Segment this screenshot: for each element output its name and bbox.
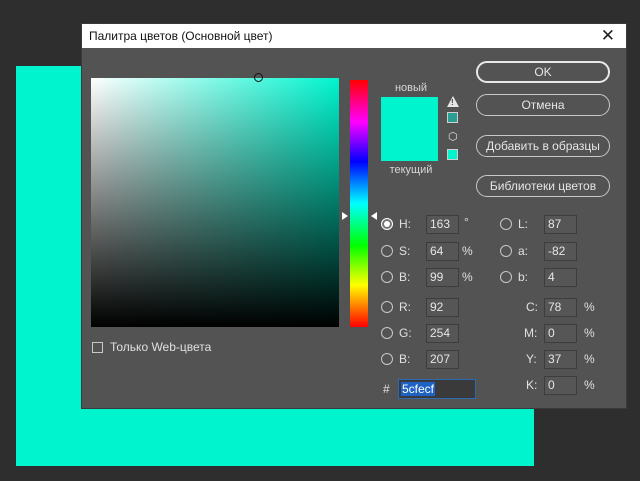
brightness-input[interactable]: 99 <box>426 268 459 287</box>
lab-a-label: a: <box>518 244 529 258</box>
new-color-label: новый <box>394 82 428 94</box>
out-of-gamut-warning-icon[interactable]: ! <box>447 96 459 107</box>
saturation-radio[interactable] <box>381 245 393 257</box>
lab-a-radio[interactable] <box>500 245 512 257</box>
yellow-input[interactable]: 37 <box>544 350 577 369</box>
new-color-swatch <box>381 97 438 131</box>
hex-label: # <box>383 382 390 396</box>
green-input[interactable]: 254 <box>426 324 459 343</box>
title-bar: Палитра цветов (Основной цвет) ✕ <box>82 24 626 48</box>
dialog-title: Палитра цветов (Основной цвет) <box>89 29 273 43</box>
current-color-swatch[interactable] <box>381 131 438 161</box>
blue-input[interactable]: 207 <box>426 350 459 369</box>
close-icon[interactable]: ✕ <box>601 26 615 46</box>
lab-b-label: b: <box>518 270 529 284</box>
color-picker-dialog: Палитра цветов (Основной цвет) ✕ новый т… <box>81 23 627 409</box>
lab-l-input[interactable]: 87 <box>544 215 577 234</box>
hex-value: 5cfecf <box>401 382 436 396</box>
saturation-unit: % <box>462 244 473 258</box>
saturation-input[interactable]: 64 <box>426 242 459 261</box>
web-safe-cube-icon[interactable]: ⬡ <box>448 132 458 143</box>
lab-b-input[interactable]: 4 <box>544 268 577 287</box>
blue-label: B: <box>399 352 411 366</box>
cancel-button[interactable]: Отмена <box>476 94 610 116</box>
saturation-label: S: <box>399 244 411 258</box>
hue-slider-right-arrow-icon[interactable] <box>371 212 377 220</box>
ok-button[interactable]: OK <box>476 61 610 83</box>
red-radio[interactable] <box>381 301 393 313</box>
cyan-unit: % <box>584 300 595 314</box>
lab-a-input[interactable]: -82 <box>544 242 577 261</box>
black-unit: % <box>584 378 595 392</box>
hue-input[interactable]: 163 <box>426 215 459 234</box>
hue-unit: ° <box>464 215 469 229</box>
color-field[interactable] <box>91 73 339 327</box>
green-radio[interactable] <box>381 327 393 339</box>
web-colors-only-label[interactable]: Только Web-цвета <box>110 340 211 354</box>
cyan-label: C: <box>526 300 538 314</box>
hue-radio[interactable] <box>381 218 393 230</box>
brightness-label: B: <box>399 270 411 284</box>
web-safe-correction-swatch[interactable] <box>447 149 458 160</box>
magenta-label: M: <box>524 326 538 340</box>
lab-l-radio[interactable] <box>500 218 512 230</box>
yellow-unit: % <box>584 352 595 366</box>
black-label: K: <box>526 378 538 392</box>
hue-label: H: <box>399 217 411 231</box>
magenta-input[interactable]: 0 <box>544 324 577 343</box>
web-colors-only-checkbox[interactable] <box>92 342 103 353</box>
red-label: R: <box>399 300 411 314</box>
color-libraries-button[interactable]: Библиотеки цветов <box>476 175 610 197</box>
brightness-unit: % <box>462 270 473 284</box>
red-input[interactable]: 92 <box>426 298 459 317</box>
lab-b-radio[interactable] <box>500 271 512 283</box>
add-to-swatches-button[interactable]: Добавить в образцы <box>476 135 610 157</box>
lab-l-label: L: <box>518 217 529 231</box>
green-label: G: <box>399 326 412 340</box>
yellow-label: Y: <box>526 352 537 366</box>
current-color-label: текущий <box>389 164 433 176</box>
gamut-correction-swatch[interactable] <box>447 112 458 123</box>
blue-radio[interactable] <box>381 353 393 365</box>
hue-slider-left-arrow-icon[interactable] <box>342 212 348 220</box>
color-field-cursor[interactable] <box>254 73 263 82</box>
cyan-input[interactable]: 78 <box>544 298 577 317</box>
hue-slider[interactable] <box>350 80 368 327</box>
magenta-unit: % <box>584 326 595 340</box>
hex-input[interactable]: 5cfecf <box>398 379 476 399</box>
brightness-radio[interactable] <box>381 271 393 283</box>
black-input[interactable]: 0 <box>544 376 577 395</box>
